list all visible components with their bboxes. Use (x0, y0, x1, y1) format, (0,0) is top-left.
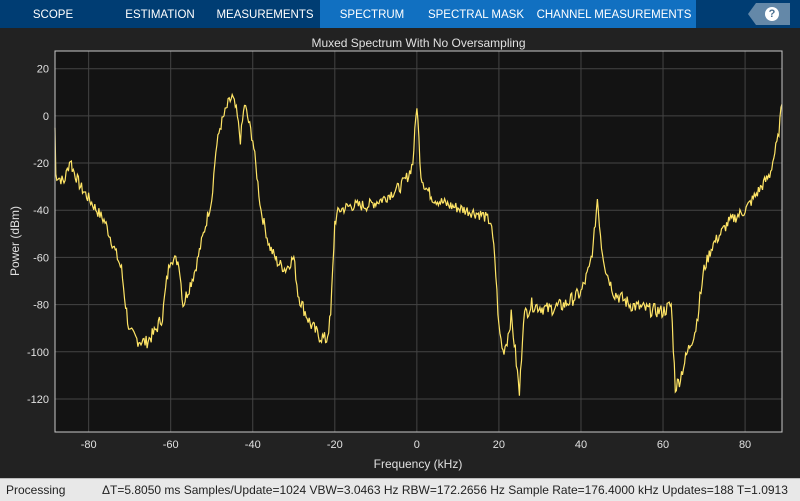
x-tick-label: 80 (739, 439, 751, 451)
x-tick-label: 40 (575, 439, 587, 451)
y-tick-label: 20 (37, 64, 49, 76)
y-tick-label: -60 (33, 252, 49, 264)
x-axis-label: Frequency (kHz) (374, 457, 463, 471)
status-readout: ΔT=5.8050 ms Samples/Update=1024 VBW=3.0… (102, 483, 788, 497)
y-tick-label: -20 (33, 158, 49, 170)
y-tick-label: -40 (33, 205, 49, 217)
status-state: Processing (6, 483, 66, 497)
x-tick-label: 60 (657, 439, 669, 451)
spectrum-plot: -80 -60 -40 -20 0 20 40 60 80 20 0 -20 -40 -60 -80 -100… (8, 50, 783, 471)
status-bar: Processing ΔT=5.8050 ms Samples/Update=1… (0, 478, 800, 501)
x-tick-label: -20 (327, 439, 343, 451)
y-tick-label: -80 (33, 300, 49, 312)
x-tick-label: -40 (245, 439, 261, 451)
x-tick-label: 20 (493, 439, 505, 451)
x-tick-label: -60 (163, 439, 179, 451)
y-axis-label: Power (dBm) (8, 206, 22, 276)
x-tick-label: -80 (81, 439, 97, 451)
y-tick-label: -120 (27, 394, 49, 406)
x-tick-label: 0 (414, 439, 420, 451)
plot-area (55, 51, 782, 432)
y-tick-label: -100 (27, 347, 49, 359)
y-tick-label: 0 (43, 111, 49, 123)
